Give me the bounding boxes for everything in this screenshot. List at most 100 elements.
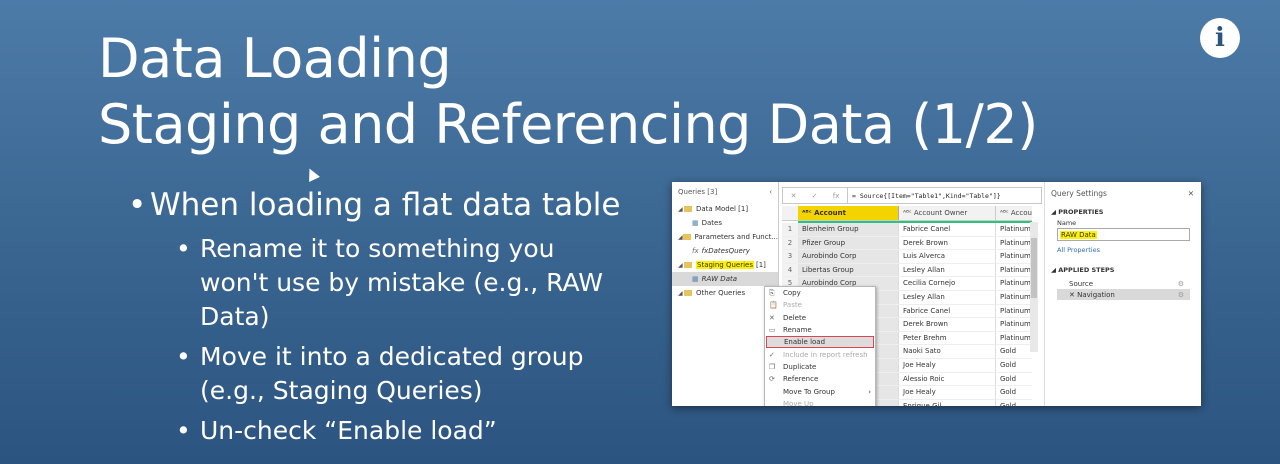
title-line-2: Staging and Referencing Data (1/2) [98, 93, 1038, 156]
cell-account-type[interactable]: Platinum [996, 237, 1032, 250]
cell-account-type[interactable]: Platinum [996, 291, 1032, 304]
query-item[interactable]: ◢ Staging Queries [1] [672, 258, 778, 272]
query-item[interactable]: ▦ Dates [672, 216, 778, 230]
cell-account-type[interactable]: Gold [996, 400, 1032, 406]
applied-steps-section: ◢ APPLIED STEPS [1051, 266, 1115, 274]
collapse-pane-icon[interactable]: ‹ [769, 188, 772, 196]
all-properties-link[interactable]: All Properties [1045, 246, 1201, 254]
duplicate-icon: ❐ [769, 362, 776, 371]
menu-item-reference[interactable]: ⟳ Reference [765, 373, 875, 385]
gear-icon[interactable]: ⚙ [1178, 291, 1184, 299]
cell-account[interactable]: Pfizer Group [798, 236, 899, 250]
query-item-label: Staging Queries [696, 261, 754, 269]
confirm-formula-icon[interactable]: ✓ [812, 192, 818, 200]
cell-account-owner[interactable]: Derek Brown [899, 236, 996, 250]
query-item[interactable]: ◢ Parameters and Funct... [672, 230, 778, 244]
cell-account-owner[interactable]: Naoki Sato [899, 345, 996, 358]
formula-text[interactable]: = Source{[Item="Table1",Kind="Table"]} [848, 192, 1001, 200]
name-input[interactable]: RAW Data [1057, 228, 1190, 241]
cell-account-type[interactable]: Platinum [996, 332, 1032, 345]
cell-account-owner[interactable]: Enrique Gil [899, 399, 996, 406]
close-icon[interactable]: ✕ [1188, 189, 1194, 198]
cell-account[interactable]: Blenheim Group [798, 223, 899, 236]
table-row[interactable]: 3 Aurobindo Corp Luis Alverca Platinum [782, 250, 1032, 264]
cell-account-owner[interactable]: Luis Alverca [899, 250, 996, 263]
rename-icon: ▭ [769, 326, 776, 335]
row-number-header [782, 206, 798, 220]
cancel-formula-icon[interactable]: ✕ [791, 192, 797, 200]
cell-account-owner[interactable]: Fabrice Canel [899, 223, 996, 236]
menu-item-move-to-group[interactable]: Move To Group › [765, 385, 875, 397]
query-item[interactable]: ◢ Other Queries [672, 286, 778, 300]
cell-account[interactable]: Aurobindo Corp [798, 250, 899, 263]
cell-account-owner[interactable]: Derek Brown [899, 318, 996, 331]
mouse-cursor-icon [304, 166, 320, 182]
cell-account-type[interactable]: Platinum [996, 277, 1032, 290]
cell-account-owner[interactable]: Peter Brehm [899, 331, 996, 345]
menu-item-enable-load[interactable]: Enable load [766, 336, 874, 349]
row-number: 3 [782, 250, 798, 263]
step-navigation[interactable]: ✕ Navigation ⚙ [1057, 289, 1190, 300]
step-source[interactable]: Source ⚙ [1057, 278, 1190, 289]
menu-item-label: Move To Group [783, 387, 835, 396]
cell-account-type[interactable]: Platinum [996, 223, 1032, 236]
abc-type-icon: ᴬᴮᶜ [1000, 209, 1011, 217]
cell-account-owner[interactable]: Alessio Roic [899, 372, 996, 386]
menu-item-rename[interactable]: ▭ Rename [765, 324, 875, 336]
query-item[interactable]: ◢ Data Model [1] [672, 202, 778, 216]
bullet-main: • When loading a flat data table [128, 186, 621, 224]
gear-icon[interactable]: ⚙ [1178, 280, 1184, 288]
fx-icon[interactable]: fx [833, 192, 840, 200]
info-button[interactable]: i [1200, 18, 1240, 58]
cell-account[interactable]: Libertas Group [798, 263, 899, 277]
cell-account-owner[interactable]: Fabrice Canel [899, 304, 996, 318]
step-close-icon: ✕ [1069, 290, 1078, 299]
cell-account-owner[interactable]: Joe Healy [899, 386, 996, 399]
cell-account-type[interactable]: Gold [996, 345, 1032, 358]
grid-scrollbar[interactable] [1030, 222, 1038, 352]
cell-account-type[interactable]: Gold [996, 359, 1032, 372]
table-row[interactable]: 1 Blenheim Group Fabrice Canel Platinum [782, 223, 1032, 237]
menu-item-label: Copy [783, 289, 801, 298]
name-label: Name [1057, 219, 1077, 227]
cell-account-type[interactable]: Platinum [996, 318, 1032, 331]
menu-item-label: Duplicate [783, 362, 817, 371]
query-item-label: Dates [701, 219, 723, 227]
folder-icon [684, 290, 692, 296]
info-icon: i [1215, 23, 1225, 53]
column-header-account-type[interactable]: ᴬᴮᶜ Account Typ [996, 206, 1032, 220]
scrollbar-thumb[interactable] [1031, 238, 1037, 298]
query-item[interactable]: fx fxDatesQuery [672, 244, 778, 258]
menu-item-copy[interactable]: ⎘ Copy [765, 287, 875, 299]
menu-item-delete[interactable]: ✕ Delete [765, 312, 875, 324]
menu-item-paste[interactable]: 📋 Paste [765, 299, 875, 311]
query-item-label: Parameters and Funct... [694, 233, 778, 241]
table-row[interactable]: 2 Pfizer Group Derek Brown Platinum [782, 236, 1032, 251]
query-item-label: fxDatesQuery [701, 247, 750, 255]
queries-header-label: Queries [3] [678, 188, 718, 196]
query-item[interactable]: ▦ RAW Data [672, 272, 778, 286]
cell-account-owner[interactable]: Lesley Allan [899, 263, 996, 277]
table-row[interactable]: 4 Libertas Group Lesley Allan Platinum [782, 263, 1032, 278]
delete-icon: ✕ [769, 313, 775, 322]
cell-account-owner[interactable]: Joe Healy [899, 358, 996, 372]
column-header-account[interactable]: ᴬᴮᶜ Account [798, 206, 899, 220]
cell-account-type[interactable]: Gold [996, 373, 1032, 386]
menu-item-duplicate[interactable]: ❐ Duplicate [765, 361, 875, 373]
formula-bar: ✕ ✓ fx = Source{[Item="Table1",Kind="Tab… [782, 187, 1042, 204]
name-input-value: RAW Data [1060, 230, 1097, 239]
column-header-account-owner[interactable]: ᴬᴮᶜ Account Owner [899, 206, 996, 220]
bullet-dot-icon: • [176, 342, 191, 371]
cell-account-type[interactable]: Platinum [996, 264, 1032, 277]
menu-item-move-up[interactable]: Move Up [765, 398, 875, 406]
cell-account-type[interactable]: Platinum [996, 250, 1032, 263]
queries-header: Queries [3] ‹ [672, 182, 778, 202]
cell-account-owner[interactable]: Cecilia Cornejo [899, 277, 996, 290]
bullet-dot-icon: • [176, 416, 191, 445]
menu-item-label: Move Up [783, 399, 814, 406]
menu-item-include-in-report-refresh[interactable]: ✓ Include in report refresh [765, 348, 875, 360]
cell-account-type[interactable]: Gold [996, 386, 1032, 399]
cell-account-owner[interactable]: Lesley Allan [899, 290, 996, 304]
menu-item-label: Enable load [784, 338, 826, 347]
cell-account-type[interactable]: Platinum [996, 305, 1032, 318]
